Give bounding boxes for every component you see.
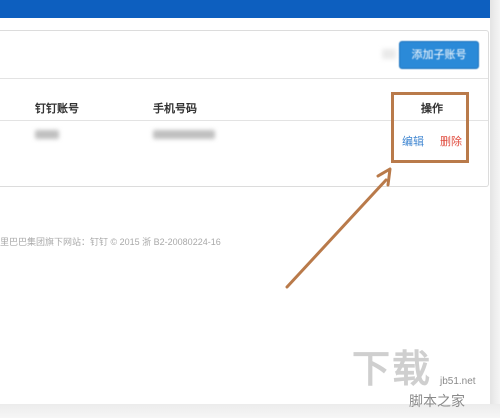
blurred-toolbar-element [382,49,396,59]
watermark-logo-text: 下载 [352,349,433,391]
column-header-phone: 手机号码 [153,103,197,115]
add-sub-account-button[interactable]: 添加子账号 [399,41,479,69]
footer-copyright: 里巴巴集团旗下网站：钉钉 © 2015 浙 B2-20080224-16 [0,237,221,247]
annotation-highlight-box [391,92,469,163]
page-edge-shadow [490,0,500,418]
top-app-bar [0,0,490,18]
toolbar-divider [0,78,488,79]
watermark-site-name: 脚本之家 [409,393,465,409]
watermark-url: jb51.net [440,376,476,387]
phone-cell-redacted [153,130,215,139]
dingtalk-account-cell-redacted [35,130,59,139]
column-header-dingtalk-account: 钉钉账号 [35,103,79,115]
